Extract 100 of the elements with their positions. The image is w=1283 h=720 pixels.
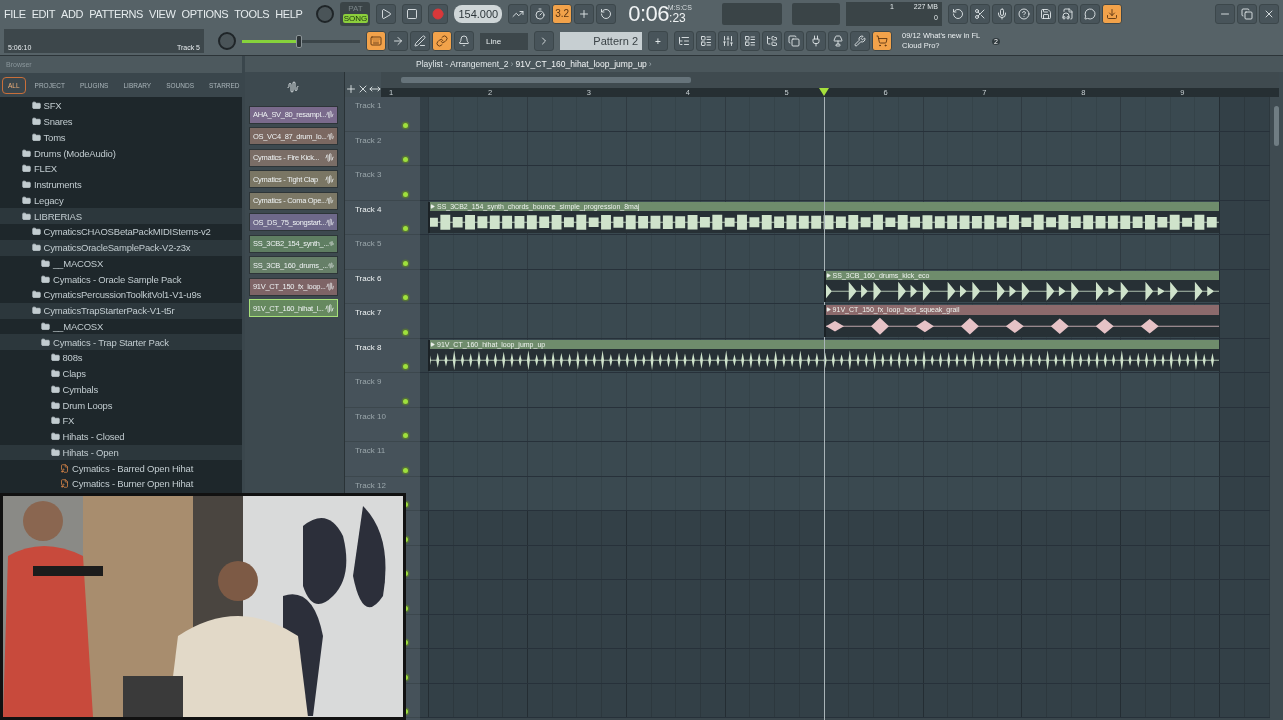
folder-item[interactable]: Toms bbox=[0, 129, 242, 146]
led-icon[interactable] bbox=[403, 191, 408, 197]
record-button[interactable] bbox=[428, 3, 449, 24]
pattern-name[interactable]: 91V_CT_160_hihat_loop_jump_up bbox=[515, 59, 647, 69]
clip-edge[interactable] bbox=[823, 270, 826, 302]
folder-item[interactable]: LIBRERIAS bbox=[0, 208, 242, 224]
folder-item[interactable]: Cymatics - Trap Starter Pack bbox=[0, 334, 242, 350]
toolbar-button[interactable] bbox=[1035, 3, 1056, 24]
track-lane[interactable] bbox=[420, 649, 1270, 684]
toolbar-button[interactable] bbox=[1057, 3, 1078, 24]
menu-item[interactable]: EDIT bbox=[31, 7, 56, 20]
mode-toggle[interactable]: PAT SONG bbox=[340, 1, 371, 26]
toolbar-button[interactable] bbox=[947, 3, 968, 24]
led-icon[interactable] bbox=[403, 364, 408, 369]
toolbar-button[interactable] bbox=[969, 3, 990, 24]
menu-item[interactable]: VIEW bbox=[149, 7, 176, 20]
toolbar-button[interactable] bbox=[740, 31, 760, 52]
play-button[interactable] bbox=[376, 3, 397, 24]
led-icon[interactable] bbox=[403, 157, 408, 162]
toolbar-button[interactable] bbox=[828, 31, 848, 52]
maximize-button[interactable] bbox=[1237, 3, 1257, 24]
folder-item[interactable]: CymaticsPercussionToolkitVol1-V1-u9s bbox=[0, 287, 242, 303]
led-icon[interactable] bbox=[403, 260, 408, 266]
toolbar-button[interactable] bbox=[674, 31, 694, 52]
folder-item[interactable]: Hihats - Open bbox=[0, 444, 242, 461]
toolbar-button[interactable] bbox=[1013, 3, 1034, 24]
toolbar-button[interactable] bbox=[806, 31, 826, 52]
minimize-button[interactable] bbox=[1215, 3, 1235, 24]
folder-item[interactable]: CymaticsTrapStarterPack-V1-t5r bbox=[0, 302, 242, 319]
folder-item[interactable]: CymaticsOracleSamplePack-V2-z3x bbox=[0, 239, 242, 256]
folder-item[interactable]: __MACOSX bbox=[0, 255, 242, 272]
toolbar-button[interactable] bbox=[762, 31, 782, 52]
folder-item[interactable]: SFX bbox=[0, 98, 242, 114]
master-volume-knob[interactable] bbox=[218, 32, 236, 51]
stop-button[interactable] bbox=[402, 3, 423, 24]
master-pitch-knob[interactable] bbox=[316, 4, 335, 23]
led-icon[interactable] bbox=[403, 295, 408, 300]
track-lane[interactable] bbox=[420, 511, 1270, 546]
toolbar-button[interactable] bbox=[530, 3, 551, 24]
menu-item[interactable]: HELP bbox=[275, 7, 303, 20]
folder-item[interactable]: Claps bbox=[0, 365, 242, 382]
folder-item[interactable]: 808s bbox=[0, 350, 242, 366]
folder-item[interactable]: FX bbox=[0, 413, 242, 429]
folder-item[interactable]: Legacy bbox=[0, 192, 242, 209]
folder-item[interactable]: Snares bbox=[0, 113, 242, 130]
toolbar-button[interactable] bbox=[784, 31, 804, 52]
pattern-field[interactable]: Pattern 2 bbox=[560, 32, 642, 51]
toolbar-button[interactable] bbox=[1101, 3, 1122, 24]
folder-item[interactable]: FLEX bbox=[0, 161, 242, 177]
led-icon[interactable] bbox=[403, 329, 408, 335]
toolbar-button[interactable] bbox=[696, 31, 716, 52]
toolbar-button[interactable] bbox=[872, 31, 892, 52]
toolbar-button[interactable] bbox=[991, 3, 1012, 24]
folder-item[interactable]: Drums (ModeAudio) bbox=[0, 145, 242, 161]
menu-item[interactable]: TOOLS bbox=[234, 7, 270, 20]
led-icon[interactable] bbox=[403, 433, 408, 438]
menu-item[interactable]: ADD bbox=[61, 7, 84, 20]
menu-item[interactable]: OPTIONS bbox=[181, 7, 229, 20]
toolbar-button[interactable] bbox=[1079, 3, 1100, 24]
toolbar-button[interactable] bbox=[596, 3, 617, 24]
toolbar-button[interactable] bbox=[432, 31, 452, 52]
track-lane[interactable] bbox=[420, 580, 1270, 615]
toolbar-button[interactable] bbox=[388, 31, 408, 52]
led-icon[interactable] bbox=[403, 122, 408, 128]
menu-item[interactable]: PATTERNS bbox=[89, 7, 143, 20]
toolbar-button[interactable]: 3.2 bbox=[552, 3, 573, 24]
clip-edge[interactable] bbox=[428, 201, 430, 233]
toolbar-button[interactable] bbox=[574, 3, 595, 24]
led-icon[interactable] bbox=[403, 398, 408, 404]
pattern-arrow-button[interactable] bbox=[534, 31, 554, 52]
toolbar-button[interactable] bbox=[718, 31, 738, 52]
close-button[interactable] bbox=[1259, 3, 1279, 24]
add-pattern-button[interactable]: + bbox=[648, 31, 668, 52]
vertical-scrollbar[interactable] bbox=[1274, 106, 1279, 146]
folder-item[interactable]: Instruments bbox=[0, 176, 242, 193]
clip-edge[interactable] bbox=[823, 305, 826, 337]
led-icon[interactable] bbox=[403, 467, 408, 473]
folder-item[interactable]: __MACOSX bbox=[0, 318, 242, 335]
folder-item[interactable]: CymaticsCHAOSBetaPackMIDIStems-v2 bbox=[0, 224, 242, 240]
overview-scrollbar[interactable] bbox=[401, 77, 691, 83]
sample-item[interactable]: Cymatics - Barred Open Hihat bbox=[0, 460, 242, 476]
folder-item[interactable]: Cymatics - Oracle Sample Pack bbox=[0, 271, 242, 287]
toolbar-button[interactable] bbox=[410, 31, 430, 52]
volume-thumb[interactable] bbox=[295, 34, 302, 48]
led-icon[interactable] bbox=[403, 226, 408, 231]
tempo-field[interactable]: 154.000 bbox=[454, 4, 503, 23]
toolbar-button[interactable] bbox=[508, 3, 529, 24]
track-lane[interactable] bbox=[420, 614, 1270, 649]
folder-item[interactable]: Hihats - Closed bbox=[0, 428, 242, 445]
menu-item[interactable]: FILE bbox=[4, 7, 26, 20]
toolbar-button[interactable] bbox=[454, 31, 474, 52]
track-lane[interactable] bbox=[420, 545, 1270, 580]
folder-item[interactable]: Drum Loops bbox=[0, 397, 242, 413]
sample-item[interactable]: Cymatics - Burner Open Hihat bbox=[0, 476, 242, 492]
snap-dropdown[interactable]: Line bbox=[480, 32, 528, 50]
toolbar-button[interactable] bbox=[366, 31, 386, 52]
clip-edge[interactable] bbox=[428, 339, 430, 371]
folder-item[interactable]: Cymbals bbox=[0, 381, 242, 398]
track-lane[interactable] bbox=[420, 683, 1270, 718]
toolbar-button[interactable] bbox=[850, 31, 870, 52]
